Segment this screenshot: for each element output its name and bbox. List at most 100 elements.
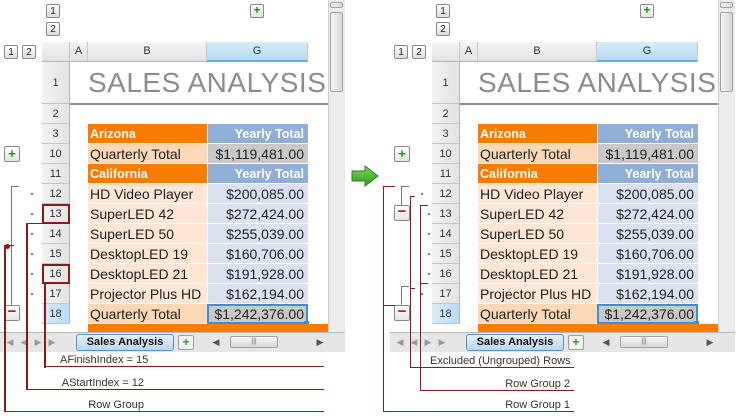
value-cell[interactable]: $162,194.00 [597, 284, 698, 304]
add-sheet-button[interactable]: + [568, 335, 584, 350]
column-level-2-button[interactable]: 2 [46, 22, 60, 36]
column-header-b[interactable]: B [478, 42, 597, 62]
column-header-a[interactable]: A [70, 42, 88, 62]
value-cell[interactable]: $191,928.00 [207, 264, 308, 284]
prev-sheet-icon[interactable]: ◀ [18, 336, 30, 348]
first-sheet-icon[interactable]: ◀ [394, 336, 406, 348]
row-header-11[interactable]: 11 [42, 164, 70, 184]
product-cell[interactable]: Projector Plus HD [88, 284, 207, 304]
row-group-1-collapse-button[interactable]: − [394, 304, 410, 321]
yearly-total-header-cell[interactable]: Yearly Total [597, 164, 698, 184]
row-header-18[interactable]: 18 [42, 304, 70, 324]
row-header-16[interactable]: 16 [42, 264, 70, 284]
selected-value-cell[interactable]: $1,242,376.00 [597, 304, 698, 324]
row-group-collapse-button[interactable]: − [4, 304, 20, 321]
product-cell[interactable]: SuperLED 50 [88, 224, 207, 244]
row-level-1-button[interactable]: 1 [4, 45, 18, 59]
value-cell[interactable]: $272,424.00 [597, 204, 698, 224]
horizontal-scroll-thumb[interactable]: ||| [230, 336, 278, 348]
row-header-15[interactable]: 15 [432, 244, 460, 264]
product-cell[interactable]: HD Video Player [478, 184, 597, 204]
product-cell[interactable]: Projector Plus HD [478, 284, 597, 304]
label-cell[interactable]: Quarterly Total [88, 144, 207, 164]
product-cell[interactable]: SuperLED 42 [88, 204, 207, 224]
column-header-g[interactable]: G [597, 42, 698, 62]
label-cell[interactable]: Quarterly Total [478, 144, 597, 164]
value-cell[interactable]: $255,039.00 [207, 224, 308, 244]
yearly-total-header-cell[interactable]: Yearly Total [597, 124, 698, 144]
row-level-1-button[interactable]: 1 [394, 45, 408, 59]
row-header-1[interactable]: 1 [42, 62, 70, 104]
state-name-cell[interactable]: California [88, 164, 207, 184]
row-header-16[interactable]: 16 [432, 264, 460, 284]
row-header-1[interactable]: 1 [432, 62, 460, 104]
sheet-tab-sales-analysis[interactable]: Sales Analysis [466, 334, 564, 351]
state-name-cell[interactable]: Arizona [88, 124, 207, 144]
value-cell[interactable]: $272,424.00 [207, 204, 308, 224]
select-all-corner[interactable] [432, 42, 460, 62]
column-header-g[interactable]: G [207, 42, 308, 62]
value-cell[interactable]: $1,119,481.00 [207, 144, 308, 164]
scroll-right-icon[interactable]: ▶ [314, 336, 326, 349]
value-cell[interactable]: $191,928.00 [597, 264, 698, 284]
column-level-1-button[interactable]: 1 [46, 4, 60, 18]
product-cell[interactable]: DesktopLED 21 [88, 264, 207, 284]
row-header-14[interactable]: 14 [432, 224, 460, 244]
yearly-total-header-cell[interactable]: Yearly Total [207, 164, 308, 184]
column-group-expand-button[interactable]: + [640, 4, 654, 18]
yearly-total-header-cell[interactable]: Yearly Total [207, 124, 308, 144]
row-header-13[interactable]: 13 [42, 204, 70, 224]
next-sheet-icon[interactable]: ▶ [32, 336, 44, 348]
scroll-right-icon[interactable]: ▶ [704, 336, 716, 349]
row-header-18[interactable]: 18 [432, 304, 460, 324]
row-level-2-button[interactable]: 2 [22, 45, 36, 59]
row-header-12[interactable]: 12 [432, 184, 460, 204]
value-cell[interactable]: $1,119,481.00 [597, 144, 698, 164]
column-header-a[interactable]: A [460, 42, 478, 62]
vertical-scrollbar[interactable] [328, 0, 345, 332]
sheet-tab-sales-analysis[interactable]: Sales Analysis [76, 334, 174, 351]
product-cell[interactable]: SuperLED 42 [478, 204, 597, 224]
product-cell[interactable]: DesktopLED 19 [88, 244, 207, 264]
value-cell[interactable]: $160,706.00 [207, 244, 308, 264]
row-header-12[interactable]: 12 [42, 184, 70, 204]
add-sheet-button[interactable]: + [178, 335, 194, 350]
column-header-b[interactable]: B [88, 42, 207, 62]
row-group-2-collapse-button[interactable]: − [394, 204, 410, 221]
row-group-expand-button[interactable]: + [4, 146, 20, 162]
product-cell[interactable]: DesktopLED 21 [478, 264, 597, 284]
column-level-2-button[interactable]: 2 [436, 22, 450, 36]
product-cell[interactable]: HD Video Player [88, 184, 207, 204]
horizontal-scrollbar[interactable]: ◀ ||| ▶ [600, 336, 718, 349]
product-cell[interactable]: DesktopLED 19 [478, 244, 597, 264]
product-cell[interactable]: SuperLED 50 [478, 224, 597, 244]
row-header-2[interactable]: 2 [432, 104, 460, 124]
row-header-13[interactable]: 13 [432, 204, 460, 224]
vertical-scroll-thumb[interactable] [330, 12, 343, 92]
selected-value-cell[interactable]: $1,242,376.00 [207, 304, 308, 324]
last-sheet-icon[interactable]: ▶ [436, 336, 448, 348]
row-header-3[interactable]: 3 [42, 124, 70, 144]
scroll-left-icon[interactable]: ◀ [210, 336, 222, 349]
row-header-15[interactable]: 15 [42, 244, 70, 264]
row-header-3[interactable]: 3 [432, 124, 460, 144]
vertical-scrollbar[interactable] [718, 0, 735, 332]
value-cell[interactable]: $255,039.00 [597, 224, 698, 244]
state-name-cell[interactable]: California [478, 164, 597, 184]
row-group-expand-button[interactable]: + [394, 146, 410, 162]
label-cell[interactable]: Quarterly Total [88, 304, 207, 324]
row-level-2-button[interactable]: 2 [412, 45, 426, 59]
next-sheet-icon[interactable]: ▶ [422, 336, 434, 348]
vertical-scroll-thumb[interactable] [720, 12, 733, 92]
split-handle[interactable] [720, 2, 733, 8]
row-header-17[interactable]: 17 [432, 284, 460, 304]
label-cell[interactable]: Quarterly Total [478, 304, 597, 324]
scroll-left-icon[interactable]: ◀ [600, 336, 612, 349]
value-cell[interactable]: $162,194.00 [207, 284, 308, 304]
column-level-1-button[interactable]: 1 [436, 4, 450, 18]
horizontal-scrollbar[interactable]: ◀ ||| ▶ [210, 336, 328, 349]
split-handle[interactable] [330, 2, 343, 8]
row-header-11[interactable]: 11 [432, 164, 460, 184]
value-cell[interactable]: $200,085.00 [207, 184, 308, 204]
value-cell[interactable]: $200,085.00 [597, 184, 698, 204]
